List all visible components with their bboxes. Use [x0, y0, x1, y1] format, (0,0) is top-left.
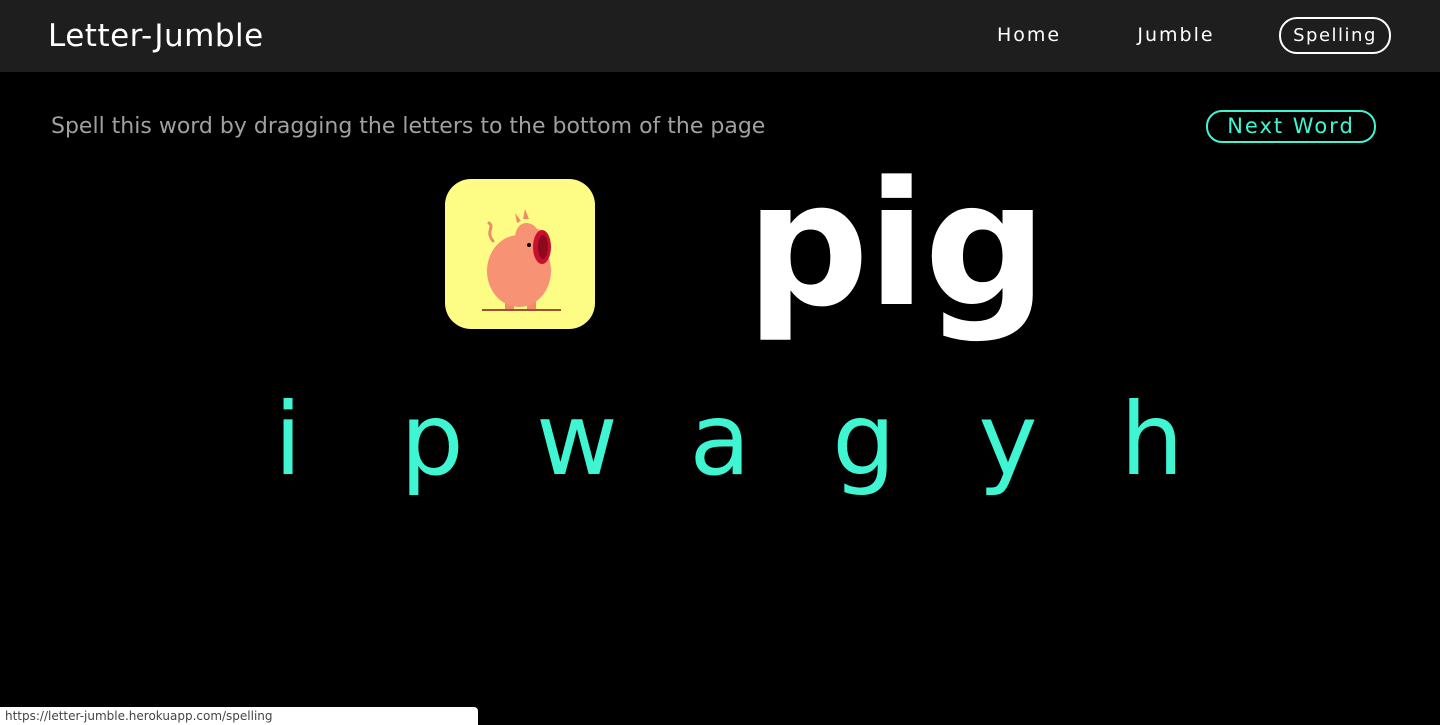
letter-tile-i[interactable]: i [248, 380, 328, 500]
status-bar-url: https://letter-jumble.herokuapp.com/spel… [0, 707, 478, 725]
word-picture [445, 179, 595, 329]
letter-tile-p[interactable]: p [392, 380, 472, 500]
brand-logo[interactable]: Letter-Jumble [48, 16, 264, 56]
pig-icon [482, 209, 561, 311]
nav-link-spelling[interactable]: Spelling [1279, 17, 1391, 54]
next-word-button[interactable]: Next Word [1206, 110, 1376, 143]
letter-tile-a[interactable]: a [680, 380, 760, 500]
nav-link-jumble[interactable]: Jumble [1130, 18, 1222, 52]
nav-link-home[interactable]: Home [990, 18, 1068, 52]
letter-tile-y[interactable]: y [968, 380, 1048, 500]
navbar: Letter-Jumble Home Jumble Spelling [0, 0, 1440, 72]
letter-tile-g[interactable]: g [824, 380, 904, 500]
letter-tile-w[interactable]: w [536, 380, 618, 500]
instructions-text: Spell this word by dragging the letters … [51, 114, 766, 139]
letter-tile-h[interactable]: h [1112, 380, 1192, 500]
target-word: pig [746, 144, 1047, 345]
